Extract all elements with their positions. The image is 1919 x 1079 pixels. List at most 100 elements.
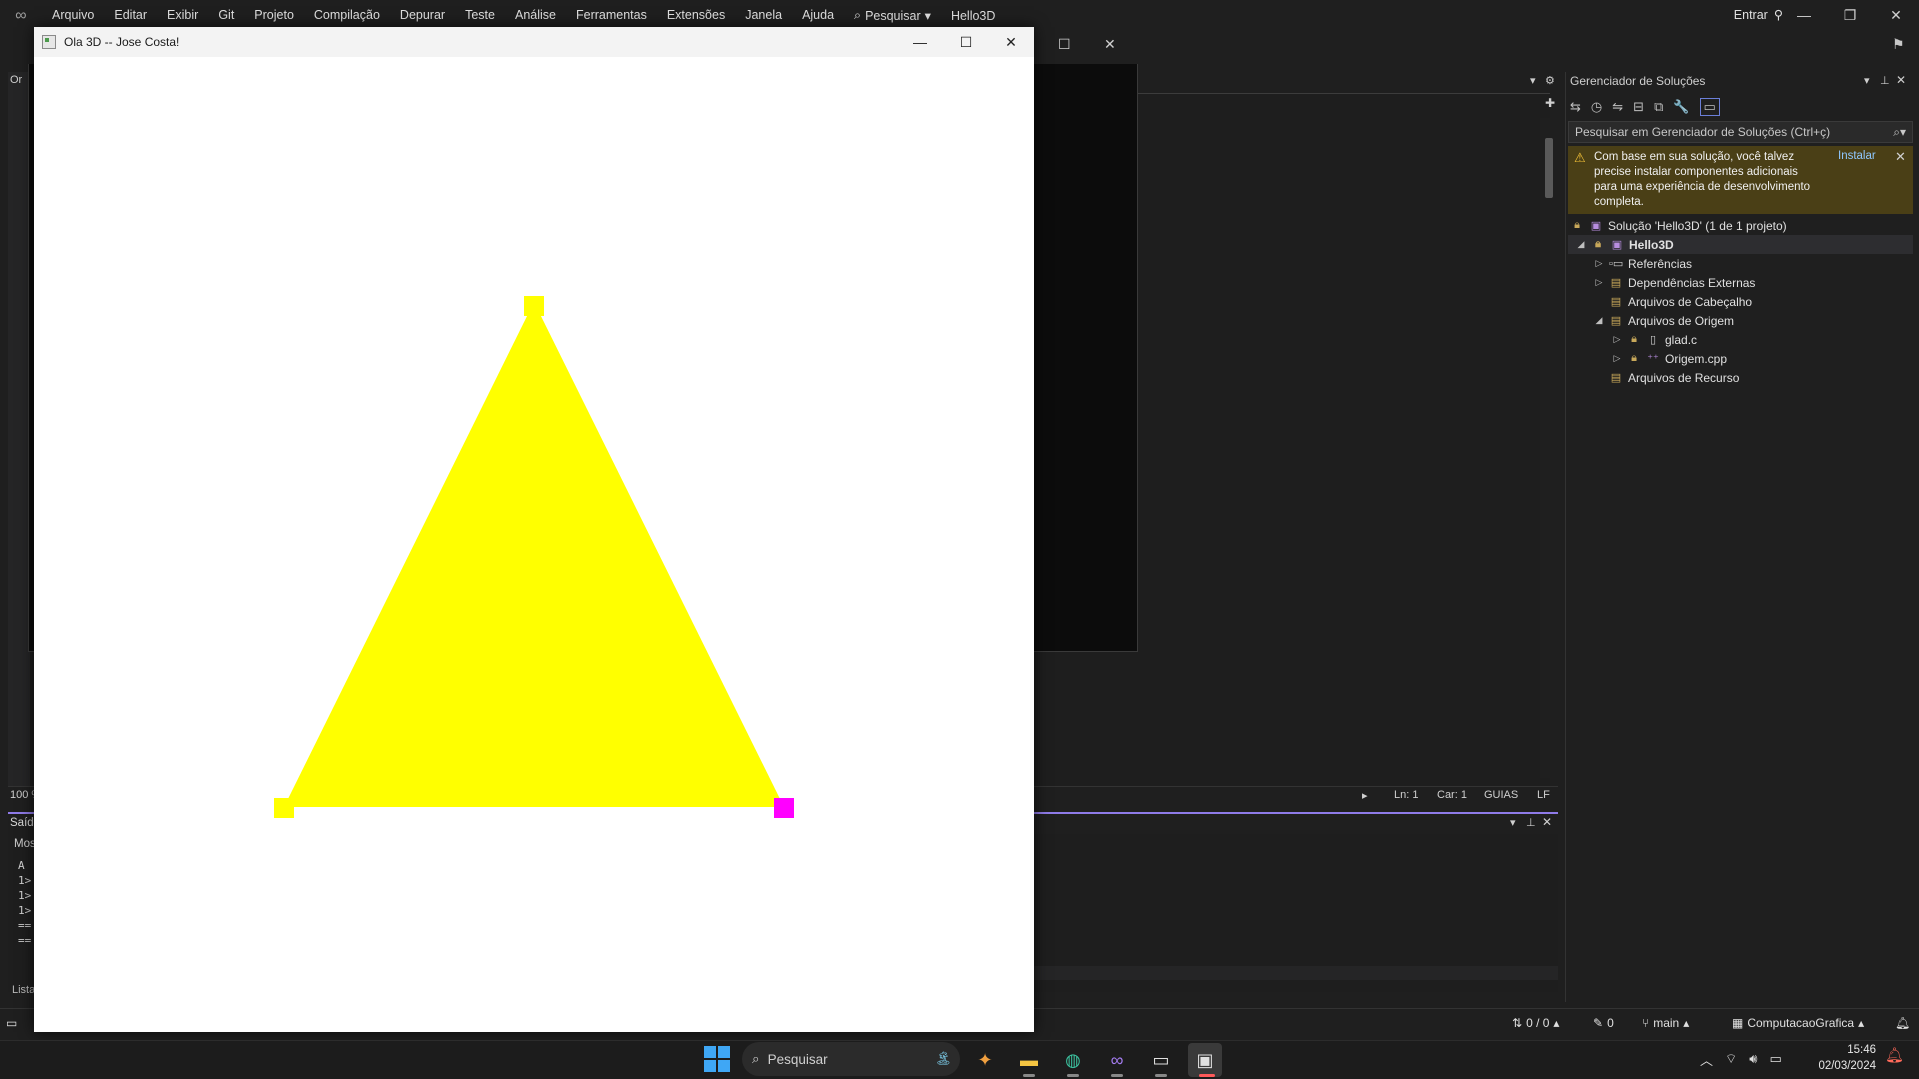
column-indicator[interactable]: Car: 1 (1437, 789, 1467, 801)
signin-button[interactable]: Entrar ⚲ (1734, 0, 1783, 31)
search-highlight-image-icon: 🏝︎ (934, 1051, 952, 1066)
console-close-button[interactable]: ✕ (1104, 36, 1116, 53)
opengl-window-titlebar[interactable]: Ola 3D -- Jose Costa! (34, 27, 1034, 57)
switch-views-icon[interactable]: ⇆ (1570, 99, 1581, 115)
expand-arrow-icon[interactable]: ◢ (1576, 239, 1586, 250)
solution-search-input[interactable]: Pesquisar em Gerenciador de Soluções (Ct… (1568, 121, 1913, 143)
solution-icon: ▣ (1590, 220, 1602, 232)
wifi-icon[interactable]: ⌔ (1725, 1051, 1737, 1067)
notification-bell-icon[interactable]: 🔔︎ (1885, 1046, 1904, 1064)
line-indicator[interactable]: Ln: 1 (1394, 789, 1418, 801)
pending-edits-indicator[interactable]: ✎ 0 (1593, 1016, 1614, 1030)
preview-icon[interactable]: ▭ (1699, 98, 1720, 116)
tray-overflow-chevron-icon[interactable]: ︿ (1700, 1050, 1713, 1069)
left-tab-label[interactable]: Or (10, 74, 22, 86)
running-indicator (1067, 1074, 1079, 1077)
output-close-icon[interactable]: ✕ (1542, 815, 1552, 829)
console-maximize-button[interactable]: ☐ (1058, 36, 1071, 53)
collapse-arrow-icon[interactable]: ▷ (1594, 277, 1604, 288)
battery-icon[interactable]: ▭ (1769, 1051, 1781, 1067)
gl-maximize-button[interactable]: ☐ (943, 27, 989, 57)
folder-icon: ▤ (1610, 277, 1622, 289)
visual-studio-logo-icon[interactable]: ∞ (10, 5, 32, 27)
collapse-all-icon[interactable]: ⊟ (1633, 99, 1644, 115)
feedback-icon[interactable]: ⚑ (1892, 36, 1905, 53)
opengl-render-canvas (274, 296, 794, 818)
taskbar-clock[interactable]: 15:46 02/03/2024 (1806, 1042, 1876, 1074)
vs-close-button[interactable]: ✕ (1873, 0, 1919, 31)
collapse-arrow-icon[interactable]: ▷ (1612, 353, 1622, 364)
start-windows-icon[interactable] (704, 1046, 730, 1072)
tree-solution-label: Solução 'Hello3D' (1 de 1 projeto) (1608, 218, 1787, 233)
git-changes-indicator[interactable]: ⇅ 0 / 0 ▴ (1512, 1016, 1559, 1030)
gl-close-button[interactable]: ✕ (988, 27, 1034, 57)
expand-arrow-icon[interactable]: ◢ (1594, 315, 1604, 326)
edge-browser-icon[interactable]: ◍ (1056, 1043, 1090, 1077)
show-all-files-icon[interactable]: ⧉ (1654, 99, 1663, 115)
vs-minimize-button[interactable]: — (1781, 0, 1827, 31)
notifications-bell-icon[interactable]: 🔔︎ (1895, 1016, 1910, 1030)
split-editor-icon[interactable]: ✚ (1545, 96, 1555, 110)
folder-icon: ▤ (1610, 315, 1622, 327)
history-icon[interactable]: ◷ (1591, 99, 1602, 115)
tree-header-files-label: Arquivos de Cabeçalho (1628, 294, 1753, 309)
taskbar-search-box[interactable]: ⌕ Pesquisar 🏝︎ (742, 1042, 960, 1076)
running-indicator (1111, 1074, 1123, 1077)
editor-dropdown-icon[interactable]: ▾ (1530, 74, 1536, 87)
scroll-right-icon[interactable]: ▸ (1362, 789, 1368, 802)
branch-selector[interactable]: ⑂ main ▴ (1642, 1016, 1689, 1030)
collapse-arrow-icon[interactable]: ▷ (1612, 334, 1622, 345)
repository-name: ComputacaoGrafica (1747, 1016, 1855, 1030)
tree-origem-cpp[interactable]: ▷ 🔒︎ ⁺⁺ Origem.cpp (1612, 349, 1728, 368)
output-line: == (18, 919, 32, 932)
terminal-icon[interactable]: ▭ (1144, 1043, 1178, 1077)
search-icon: ⌕ (854, 8, 862, 22)
close-icon[interactable]: ✕ (1895, 149, 1906, 165)
panel-pin-icon[interactable]: ⊥ (1880, 74, 1890, 87)
chevron-up-icon: ▴ (1683, 1016, 1690, 1030)
tree-header-files[interactable]: ▤ Arquivos de Cabeçalho (1609, 292, 1752, 311)
volume-icon[interactable]: 🔊︎ (1749, 1051, 1757, 1067)
line-ending-indicator[interactable]: LF (1537, 789, 1550, 801)
tree-solution[interactable]: 🔒︎ ▣ Solução 'Hello3D' (1 de 1 projeto) (1570, 216, 1787, 235)
git-changes-count: 0 / 0 (1526, 1016, 1550, 1030)
error-list-tab[interactable]: Lista (12, 984, 35, 996)
gl-minimize-button[interactable]: — (897, 27, 943, 57)
visual-studio-icon[interactable]: ∞ (1100, 1043, 1134, 1077)
menu-search-button[interactable]: ⌕ Pesquisar ▾ (844, 8, 941, 23)
output-pin-icon[interactable]: ⊥ (1526, 816, 1536, 829)
tree-resource-files-label: Arquivos de Recurso (1628, 370, 1740, 385)
folder-icon: ▤ (1610, 372, 1622, 384)
editor-vertical-scrollbar[interactable] (1540, 118, 1556, 778)
install-link[interactable]: Instalar (1838, 150, 1876, 162)
warning-icon: ⚠ (1574, 150, 1586, 165)
lock-icon: 🔒︎ (1574, 219, 1580, 231)
collapse-arrow-icon[interactable]: ▷ (1594, 258, 1604, 269)
search-icon: ⌕▾ (1893, 125, 1906, 139)
repository-selector[interactable]: ▦ ComputacaoGrafica ▴ (1732, 1016, 1864, 1030)
settings-gear-icon[interactable]: ⚙ (1545, 74, 1555, 87)
tree-project[interactable]: ◢ 🔒︎ ▣ Hello3D (1576, 235, 1674, 254)
tree-external-deps-label: Dependências Externas (1628, 275, 1756, 290)
solution-explorer-title: Gerenciador de Soluções (1570, 74, 1706, 88)
panel-dropdown-icon[interactable]: ▾ (1864, 74, 1870, 87)
tree-glad-label: glad.c (1665, 332, 1698, 347)
tree-references[interactable]: ▷ ▫▭ Referências (1594, 254, 1693, 273)
file-explorer-icon[interactable]: ▬ (1012, 1043, 1046, 1077)
editor-scroll-thumb[interactable] (1545, 138, 1553, 198)
properties-wrench-icon[interactable]: 🔧 (1673, 99, 1689, 115)
tree-resource-files[interactable]: ▤ Arquivos de Recurso (1609, 368, 1740, 387)
output-dropdown-icon[interactable]: ▾ (1510, 816, 1516, 829)
tabs-indicator[interactable]: GUIAS (1484, 789, 1518, 801)
panel-close-icon[interactable]: ✕ (1896, 73, 1906, 87)
output-toggle-icon[interactable]: ▭ (6, 1016, 17, 1030)
tree-source-files[interactable]: ◢ ▤ Arquivos de Origem (1594, 311, 1735, 330)
opengl-app-taskbar-icon[interactable]: ▣ (1188, 1043, 1222, 1077)
copilot-app-icon[interactable]: ✦ (968, 1043, 1002, 1077)
sync-icon[interactable]: ⇋ (1612, 99, 1623, 115)
output-horizontal-scrollbar[interactable] (1030, 966, 1558, 980)
tree-glad-c[interactable]: ▷ 🔒︎ ▯ glad.c (1612, 330, 1698, 349)
vs-restore-button[interactable]: ❐ (1827, 0, 1873, 31)
tree-project-label: Hello3D (1629, 237, 1674, 252)
tree-external-deps[interactable]: ▷ ▤ Dependências Externas (1594, 273, 1756, 292)
